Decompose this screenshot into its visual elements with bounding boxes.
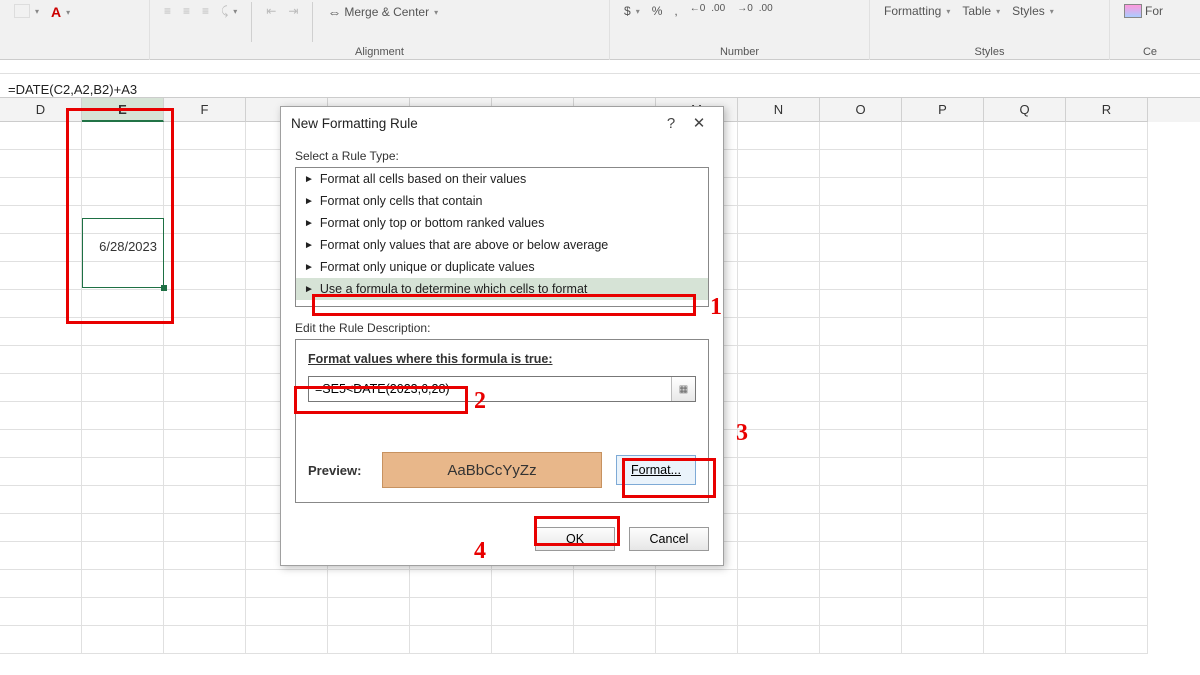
ribbon-group-label: Number [620,46,859,60]
column-header[interactable]: P [902,98,984,122]
fill-handle[interactable] [161,285,167,291]
align-bottom-icon[interactable]: ≡ [198,2,213,20]
format-icon [1124,4,1142,18]
rule-type-item[interactable]: ►Format only cells that contain [296,190,708,212]
rule-type-item[interactable]: ►Format only values that are above or be… [296,234,708,256]
arrow-icon: ► [304,196,314,207]
percent-format-button[interactable]: % [648,2,667,20]
column-header[interactable]: D [0,98,82,122]
ribbon-group-cells: For Ce [1110,0,1190,60]
merge-icon: ⇔ [327,4,341,20]
ribbon-group-label [10,58,139,60]
rule-type-item[interactable]: ►Format only top or bottom ranked values [296,212,708,234]
arrow-icon: ► [304,240,314,251]
fill-color-icon[interactable]: ▾ [10,2,43,20]
format-preview: AaBbCcYyZz [382,452,602,488]
arrow-icon: ► [304,284,314,295]
conditional-formatting-button[interactable]: Formatting▾ [880,2,954,20]
arrow-icon: ► [304,218,314,229]
formula-bar[interactable]: =DATE(C2,A2,B2)+A3 [0,74,1200,98]
formula-input-wrapper: ▦ [308,376,696,402]
arrow-icon: ► [304,262,314,273]
spacer-bar [0,60,1200,74]
dialog-titlebar[interactable]: New Formatting Rule ? ✕ [281,107,723,139]
align-middle-icon[interactable]: ≡ [179,2,194,20]
rule-type-list[interactable]: ►Format all cells based on their values … [295,167,709,307]
column-header-selected[interactable]: E [82,98,164,122]
rule-type-item[interactable]: ►Format only unique or duplicate values [296,256,708,278]
ribbon-group-label: Alignment [160,46,599,60]
ribbon-group-label: Ce [1120,46,1180,60]
increase-indent-icon[interactable]: ⇥ [284,2,302,20]
rule-type-item-selected[interactable]: ►Use a formula to determine which cells … [296,278,708,300]
edit-rule-description-label: Edit the Rule Description: [295,321,709,335]
align-top-icon[interactable]: ≡ [160,2,175,20]
ribbon-group-label: Styles [880,46,1099,60]
column-header[interactable]: O [820,98,902,122]
increase-decimal-button[interactable]: ←0.00 [686,2,729,16]
select-rule-type-label: Select a Rule Type: [295,149,709,163]
decrease-decimal-button[interactable]: →0.00 [733,2,776,16]
cell-with-date[interactable]: 6/28/2023 [82,234,164,262]
format-cells-button[interactable]: For [1120,2,1167,20]
ribbon: ▾ A▾ ≡ ≡ ≡ ⤹▾ ⇤ ⇥ ⇔ Merge & Center▾ Alig… [0,0,1200,60]
decrease-indent-icon[interactable]: ⇤ [262,2,280,20]
format-as-table-button[interactable]: Table▾ [958,2,1004,20]
dialog-title: New Formatting Rule [291,116,418,131]
ribbon-group-font-tail: ▾ A▾ [0,0,150,60]
cancel-button[interactable]: Cancel [629,527,709,551]
column-header[interactable]: R [1066,98,1148,122]
rule-type-item[interactable]: ►Format all cells based on their values [296,168,708,190]
range-selector-icon[interactable]: ▦ [671,377,695,401]
new-formatting-rule-dialog: New Formatting Rule ? ✕ Select a Rule Ty… [280,106,724,566]
ribbon-group-alignment: ≡ ≡ ≡ ⤹▾ ⇤ ⇥ ⇔ Merge & Center▾ Alignment [150,0,610,60]
orientation-icon[interactable]: ⤹▾ [217,2,241,21]
formula-input[interactable] [309,382,671,396]
ok-button[interactable]: OK [535,527,615,551]
arrow-icon: ► [304,174,314,185]
formula-section-label: Format values where this formula is true… [308,352,696,366]
merge-center-button[interactable]: ⇔ Merge & Center▾ [323,2,442,22]
cell-styles-button[interactable]: Styles▾ [1008,2,1058,20]
comma-format-button[interactable]: , [670,2,681,20]
font-color-icon[interactable]: A▾ [47,2,74,22]
column-header[interactable]: Q [984,98,1066,122]
accounting-format-button[interactable]: $▾ [620,2,644,20]
column-header[interactable]: F [164,98,246,122]
help-icon[interactable]: ? [657,115,685,132]
preview-label: Preview: [308,463,368,478]
format-button[interactable]: Format... [616,455,696,485]
close-icon[interactable]: ✕ [685,114,713,132]
column-header[interactable]: N [738,98,820,122]
ribbon-group-styles: Formatting▾ Table▾ Styles▾ Styles [870,0,1110,60]
ribbon-group-number: $▾ % , ←0.00 →0.00 Number [610,0,870,60]
